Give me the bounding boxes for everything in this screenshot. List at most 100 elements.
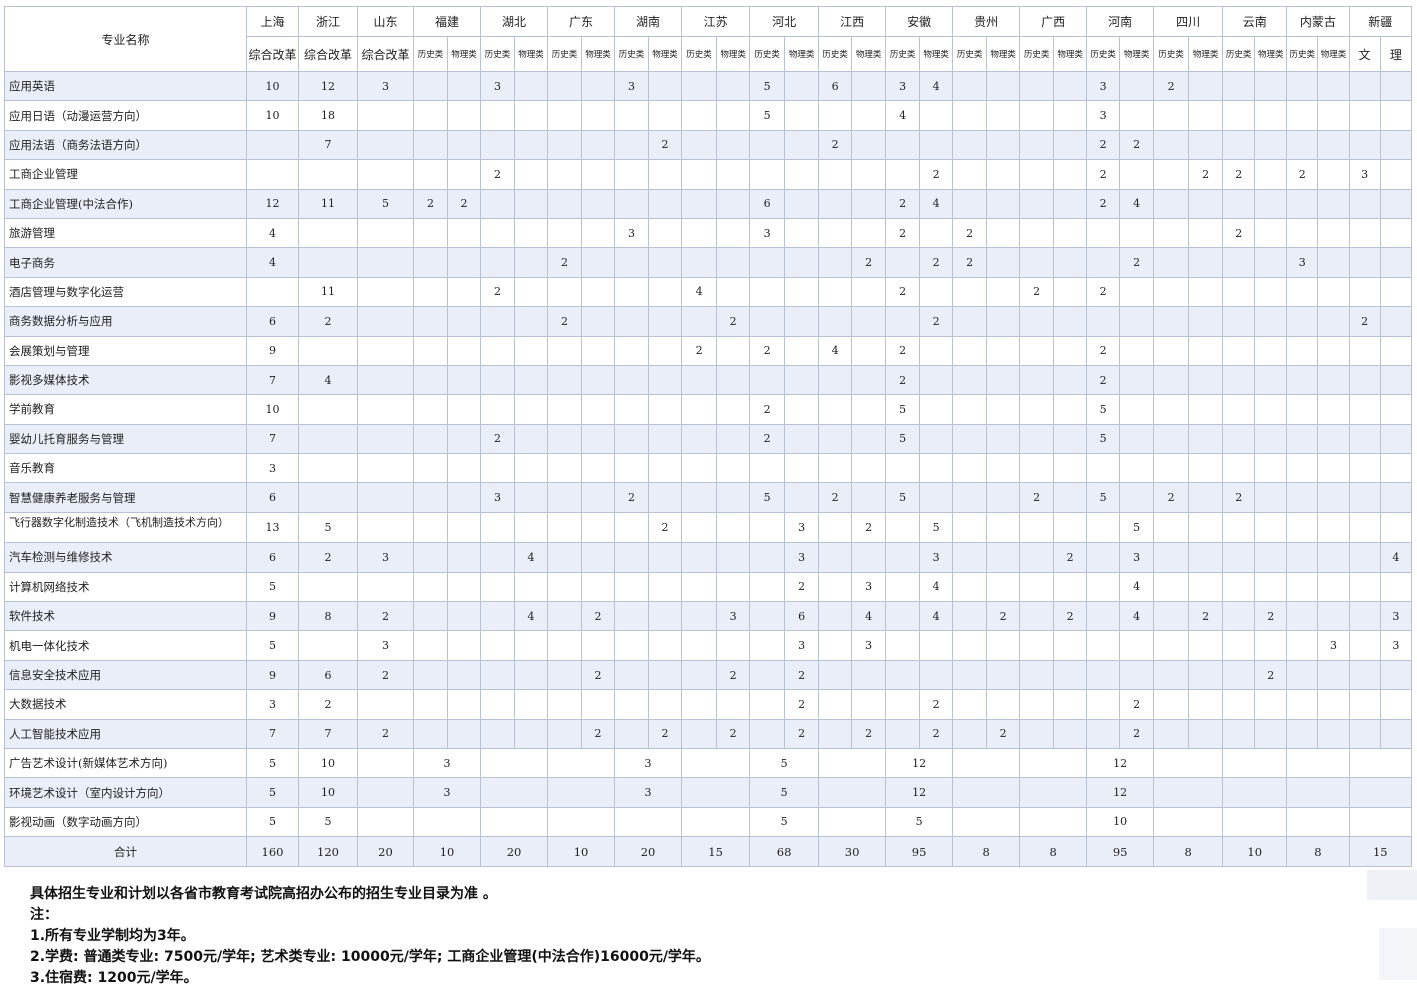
quota-cell	[1053, 571, 1088, 603]
quota-cell: 3	[885, 70, 921, 102]
quota-cell	[749, 511, 786, 544]
quota-cell	[716, 630, 751, 661]
quota-cell: 5	[885, 482, 921, 513]
quota-cell	[851, 276, 887, 308]
total-cell: 8	[1286, 836, 1350, 868]
quota-cell	[681, 217, 718, 249]
quota-cell: 3	[784, 630, 820, 661]
table-row: 软件技术 9 8 2 4 2 3 6 4 4 2 2 4 2 2 3	[4, 601, 1413, 632]
quota-cell: 2	[1348, 306, 1381, 337]
quota-cell	[885, 511, 921, 544]
header-category: 物理类	[851, 36, 887, 72]
quota-cell	[1019, 159, 1055, 190]
quota-cell	[1119, 482, 1155, 513]
quota-cell	[1188, 689, 1224, 720]
quota-cell	[547, 100, 583, 131]
quota-cell	[952, 659, 988, 691]
quota-cell	[547, 335, 583, 366]
quota-cell: 2	[1222, 159, 1256, 190]
quota-cell	[1086, 217, 1121, 249]
quota-cell	[851, 482, 887, 513]
quota-cell: 5	[298, 806, 358, 838]
quota-cell: 3	[784, 511, 820, 544]
quota-cell	[1254, 423, 1288, 455]
table-row: 汽车检测与维修技术 6 2 3 4 3 3 2 3 4	[4, 542, 1413, 573]
note-line: 1.所有专业学制均为3年。	[30, 928, 195, 944]
quota-cell	[1317, 188, 1350, 219]
quota-cell	[1019, 689, 1055, 720]
quota-cell	[1119, 630, 1155, 661]
quota-cell	[1348, 70, 1381, 102]
quota-cell	[1188, 217, 1224, 249]
quota-cell: 4	[919, 70, 954, 102]
quota-cell: 4	[298, 364, 358, 396]
quota-cell	[581, 511, 616, 544]
quota-cell	[581, 482, 616, 513]
quota-cell: 4	[246, 217, 299, 249]
quota-cell	[1019, 777, 1088, 808]
quota-cell	[818, 276, 853, 308]
quota-cell	[1019, 70, 1055, 102]
quota-cell	[357, 777, 414, 808]
quota-cell	[1086, 571, 1121, 603]
quota-cell	[547, 689, 583, 720]
quota-cell	[749, 630, 786, 661]
quota-cell	[1019, 129, 1055, 161]
quota-cell	[1379, 364, 1413, 396]
quota-cell: 2	[952, 217, 988, 249]
quota-cell: 4	[1119, 188, 1155, 219]
quota-cell	[1379, 217, 1413, 249]
quota-cell: 6	[246, 306, 299, 337]
header-category: 物理类	[1053, 36, 1088, 72]
quota-cell	[648, 306, 683, 337]
quota-cell	[1188, 482, 1224, 513]
quota-cell	[885, 601, 921, 632]
header-category: 历史类	[1286, 36, 1319, 72]
quota-cell	[480, 718, 516, 749]
quota-cell	[1086, 306, 1121, 337]
quota-cell: 5	[885, 423, 921, 455]
quota-cell	[614, 276, 650, 308]
table-row: 学前教育 10 2 5 5	[4, 394, 1413, 425]
table-row: 工商企业管理(中法合作) 12 11 5 2 2 6 2 4 2 4	[4, 188, 1413, 219]
quota-cell	[681, 542, 718, 573]
quota-cell	[357, 571, 414, 603]
quota-cell	[1053, 511, 1088, 544]
quota-cell	[986, 159, 1021, 190]
quota-cell: 10	[1086, 806, 1155, 838]
quota-cell	[1348, 511, 1381, 544]
major-name: 影视多媒体技术	[4, 364, 247, 396]
quota-cell: 2	[1153, 482, 1190, 513]
quota-cell	[1188, 718, 1224, 749]
quota-cell	[681, 689, 718, 720]
quota-cell	[885, 129, 921, 161]
quota-cell	[1053, 689, 1088, 720]
quota-cell	[514, 276, 549, 308]
table-row: 影视多媒体技术 7 4 2 2	[4, 364, 1413, 396]
quota-cell	[681, 453, 718, 484]
note-line: 2.学费: 普通类专业: 7500元/学年; 艺术类专业: 10000元/学年;…	[30, 949, 710, 965]
quota-cell	[716, 217, 751, 249]
quota-cell	[784, 159, 820, 190]
major-name: 软件技术	[4, 601, 247, 632]
header-category: 综合改革	[357, 36, 414, 72]
major-name: 影视动画（数字动画方向）	[4, 806, 247, 838]
quota-cell: 3	[749, 217, 786, 249]
quota-cell	[1222, 542, 1256, 573]
quota-cell: 3	[1086, 100, 1121, 131]
quota-cell	[480, 335, 516, 366]
major-name: 飞行器数字化制造技术（飞机制造技术方向）	[4, 511, 247, 544]
major-name: 信息安全技术应用	[4, 659, 247, 691]
quota-cell	[413, 453, 448, 484]
quota-cell	[298, 394, 358, 425]
quota-cell: 5	[885, 806, 954, 838]
quota-cell	[1053, 335, 1088, 366]
major-name: 汽车检测与维修技术	[4, 542, 247, 573]
quota-cell: 5	[298, 511, 358, 544]
quota-cell	[1222, 511, 1256, 544]
quota-cell	[357, 394, 414, 425]
quota-cell	[784, 482, 820, 513]
quota-cell	[986, 394, 1021, 425]
header-province: 湖南	[614, 6, 683, 37]
quota-cell	[480, 630, 516, 661]
